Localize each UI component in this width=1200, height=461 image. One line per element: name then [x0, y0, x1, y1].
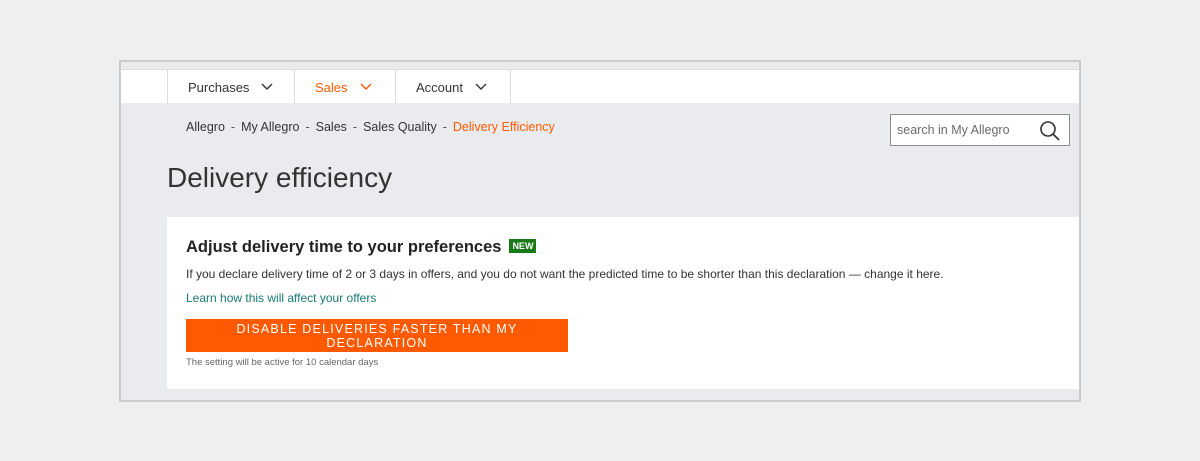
page-title: Delivery efficiency [167, 162, 393, 193]
card-title: Adjust delivery time to your preferences [186, 238, 502, 256]
nav-item-purchases[interactable]: Purchases [167, 70, 294, 104]
breadcrumb-separator: - [352, 120, 358, 134]
chevron-down-icon [261, 83, 273, 91]
breadcrumb-separator: - [442, 120, 447, 134]
breadcrumb-item-sales[interactable]: Sales [316, 120, 347, 134]
breadcrumb-current: Delivery Efficiency [452, 120, 555, 134]
learn-more-link[interactable]: Learn how this will affect your offers [186, 291, 376, 305]
nav-item-account[interactable]: Account [395, 70, 511, 104]
card-description: If you declare delivery time of 2 or 3 d… [186, 267, 944, 281]
breadcrumb-item-sales-quality[interactable]: Sales Quality [363, 120, 437, 134]
nav-item-sales[interactable]: Sales [294, 70, 395, 104]
card-heading: Adjust delivery time to your preferences… [186, 238, 537, 257]
nav-divider [510, 70, 511, 104]
chevron-down-icon [475, 83, 487, 91]
chevron-down-icon [360, 83, 372, 91]
search-box [890, 114, 1070, 146]
nav-item-label: Purchases [188, 79, 250, 95]
disable-faster-deliveries-button[interactable]: Disable deliveries faster than my declar… [186, 319, 568, 352]
setting-duration-note: The setting will be active for 10 calend… [186, 357, 379, 368]
breadcrumb-separator: - [230, 120, 236, 134]
nav-item-label: Sales [315, 79, 348, 95]
top-navigation: Purchases Sales Account [121, 69, 1079, 104]
app-frame: Purchases Sales Account Allegro - My Alleg… [119, 60, 1081, 402]
new-badge: NEW [509, 238, 537, 253]
search-input[interactable] [897, 123, 1035, 137]
breadcrumb-separator: - [305, 120, 310, 134]
breadcrumb-item-my-allegro[interactable]: My Allegro [241, 120, 299, 134]
nav-item-label: Account [416, 79, 463, 95]
search-icon[interactable] [1039, 120, 1061, 147]
delivery-settings-card: Adjust delivery time to your preferences… [167, 217, 1079, 389]
breadcrumb: Allegro - My Allegro - Sales - Sales Quality - D… [186, 120, 555, 134]
breadcrumb-item-allegro[interactable]: Allegro [186, 120, 225, 134]
